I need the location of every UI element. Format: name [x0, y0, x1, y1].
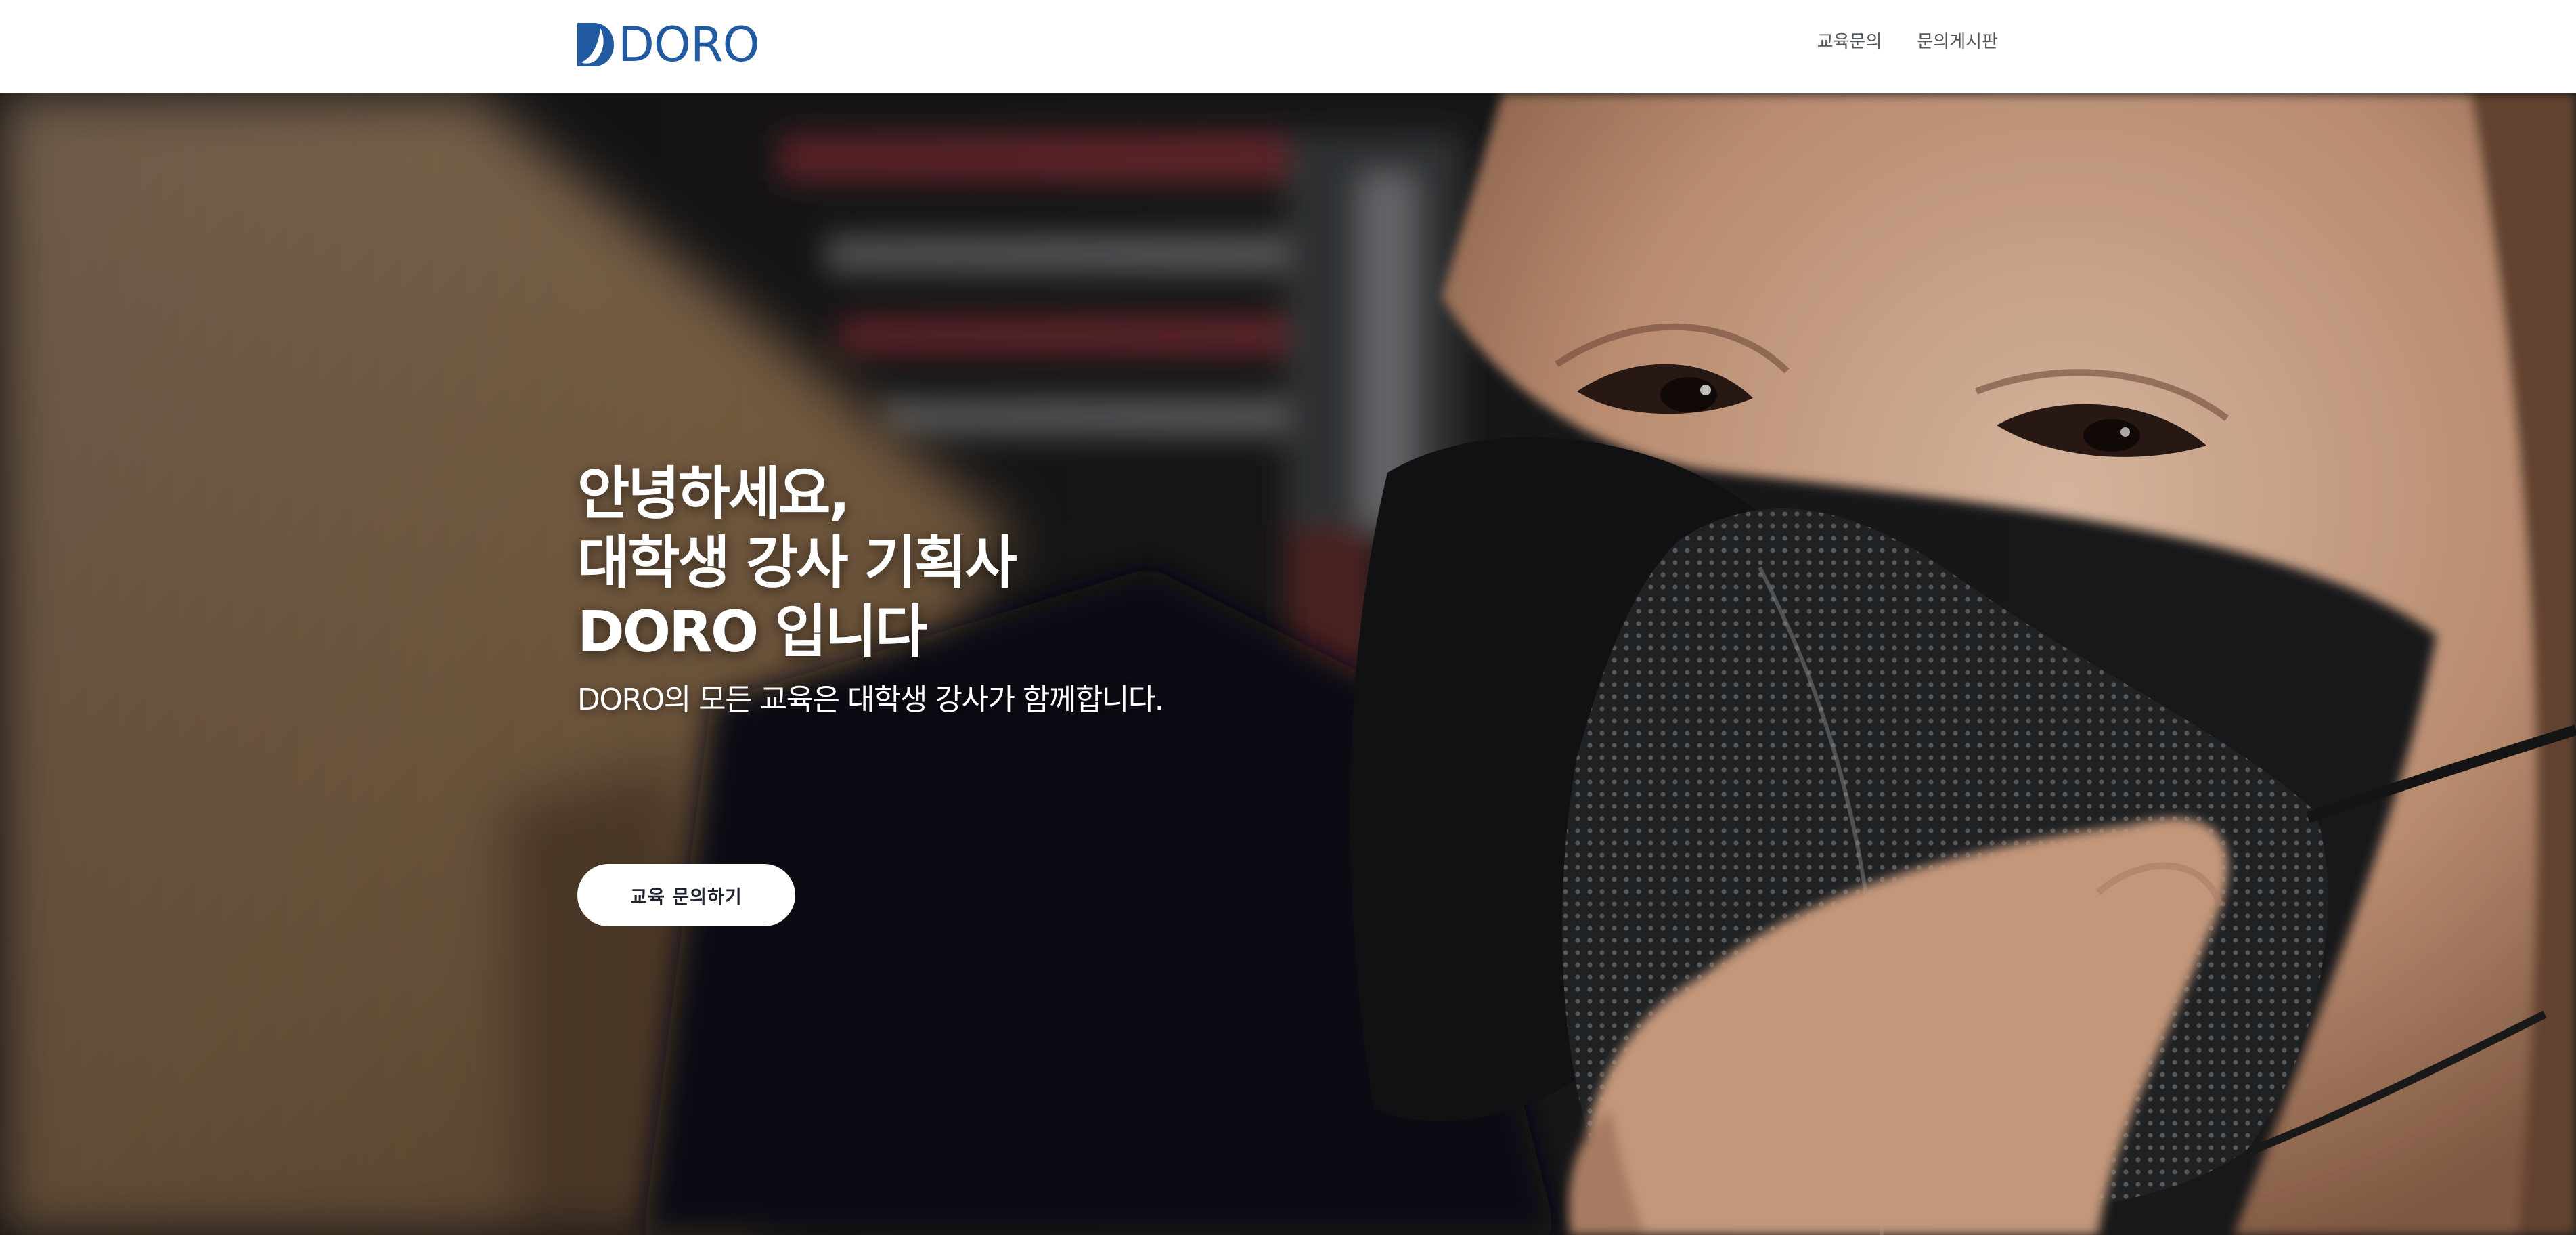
doro-logo[interactable]: DORO — [577, 17, 760, 72]
main-nav: 교육문의 문의게시판 — [1817, 28, 1998, 56]
hero-section: 안녕하세요, 대학생 강사 기획사 DORO 입니다 DORO의 모든 교육은 … — [0, 93, 2576, 1235]
education-inquiry-button[interactable]: 교육 문의하기 — [577, 864, 795, 926]
hero-subtitle: DORO의 모든 교육은 대학생 강사가 함께합니다. — [577, 682, 1164, 717]
site-header: DORO 교육문의 문의게시판 — [0, 0, 2576, 93]
hero-title: 안녕하세요, 대학생 강사 기획사 DORO 입니다 — [577, 459, 1593, 666]
hero-title-line: DORO 입니다 — [577, 599, 927, 665]
nav-link-inquiry-board[interactable]: 문의게시판 — [1917, 28, 1998, 56]
hero-title-line: 안녕하세요, — [577, 460, 850, 527]
hero-title-line: 대학생 강사 기획사 — [577, 529, 1017, 596]
doro-logo-mark-icon — [577, 23, 614, 66]
nav-link-education-inquiry[interactable]: 교육문의 — [1817, 28, 1882, 56]
hero-text-block: 안녕하세요, 대학생 강사 기획사 DORO 입니다 DORO의 모든 교육은 … — [577, 459, 1593, 719]
logo-wordmark: DORO — [618, 17, 760, 72]
